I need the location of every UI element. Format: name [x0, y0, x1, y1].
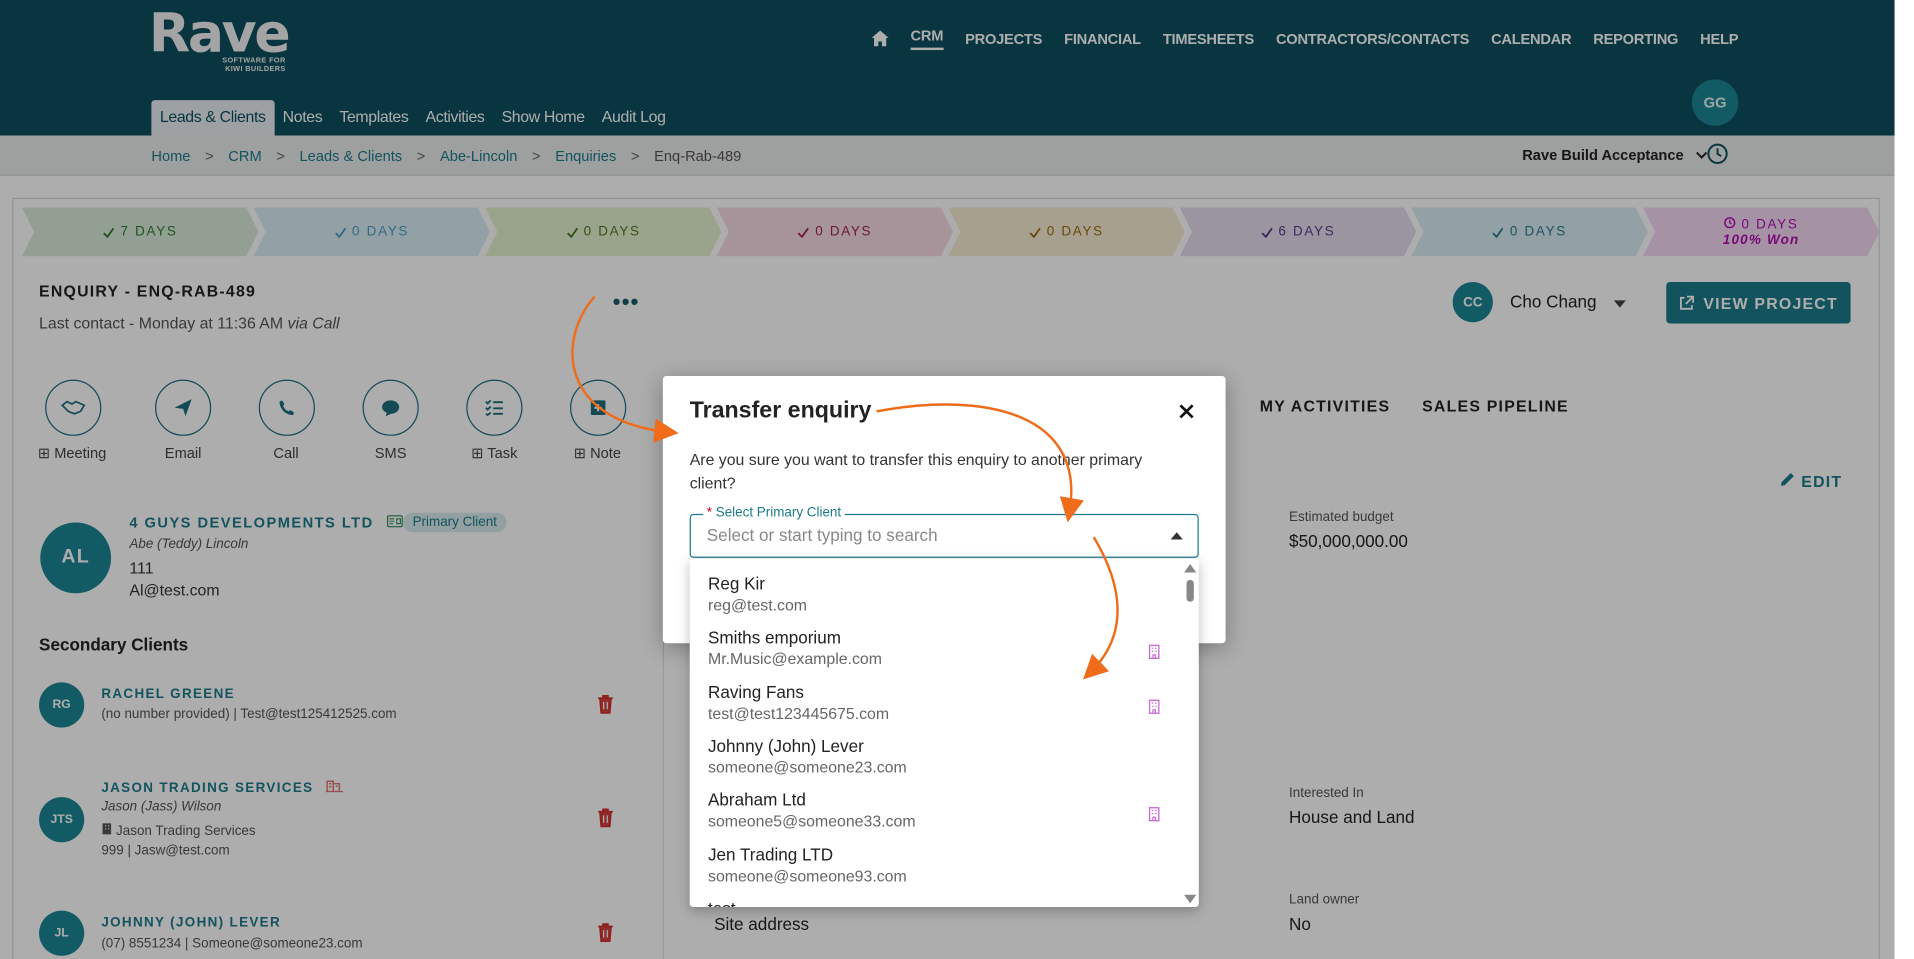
client-option-name: test: [708, 898, 1172, 907]
client-option[interactable]: Johnny (John) Lever someone@someone23.com: [708, 736, 1172, 776]
select-placeholder: Select or start typing to search: [706, 524, 938, 545]
company-icon: [1148, 645, 1160, 660]
close-icon[interactable]: [1176, 400, 1198, 422]
client-option-email: reg@test.com: [708, 595, 808, 615]
client-option-name: Johnny (John) Lever: [708, 735, 864, 756]
client-option[interactable]: test: [708, 898, 1172, 907]
client-option[interactable]: Abraham Ltd someone5@someone33.com: [708, 790, 1172, 830]
client-option[interactable]: Raving Fans test@test123445675.com: [708, 682, 1172, 722]
client-option[interactable]: Smiths emporium Mr.Music@example.com: [708, 628, 1172, 668]
client-option-name: Smiths emporium: [708, 627, 841, 648]
select-label: * Select Primary Client: [703, 505, 845, 521]
client-option-email: someone@someone93.com: [708, 866, 907, 885]
caret-up-icon[interactable]: [1170, 532, 1183, 540]
client-option[interactable]: Jen Trading LTD someone@someone93.com: [708, 844, 1172, 884]
company-icon: [1148, 699, 1160, 714]
client-option-email: test@test123445675.com: [708, 703, 890, 723]
select-label-text: Select Primary Client: [715, 505, 842, 521]
client-option-name: Abraham Ltd: [708, 790, 806, 810]
client-option-name: Raving Fans: [708, 681, 804, 702]
client-option-name: Jen Trading LTD: [708, 844, 834, 864]
client-dropdown-list: test Jen Trading LTD someone@someone93.com…: [689, 559, 1199, 907]
scrollbar-thumb[interactable]: [1186, 579, 1194, 602]
required-marker: *: [706, 505, 713, 521]
client-option-email: someone5@someone33.com: [708, 811, 916, 831]
company-icon: [1148, 807, 1160, 822]
modal-title: Transfer enquiry: [689, 397, 872, 424]
scroll-down-arrow[interactable]: [1184, 894, 1197, 904]
primary-client-select[interactable]: * Select Primary Client Select or start …: [689, 505, 1199, 558]
client-option-email: Mr.Music@example.com: [708, 649, 882, 669]
scroll-up-arrow[interactable]: [1184, 563, 1197, 573]
client-option[interactable]: Reg Kir reg@test.com: [708, 574, 1172, 614]
client-option-email: someone@someone23.com: [708, 757, 907, 777]
modal-message: Are you sure you want to transfer this e…: [689, 450, 1143, 492]
dropdown-scrollbar[interactable]: [1181, 559, 1199, 907]
client-option-name: Reg Kir: [708, 573, 765, 594]
